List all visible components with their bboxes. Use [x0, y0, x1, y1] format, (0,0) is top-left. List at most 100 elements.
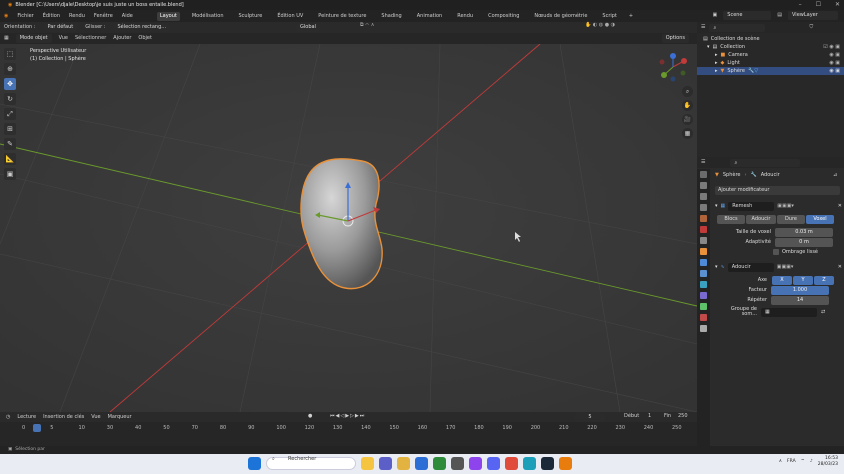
- visibility-icon[interactable]: ◉ ▣: [829, 52, 840, 58]
- menu-rendu[interactable]: Rendu: [69, 13, 85, 19]
- physics-tab-icon[interactable]: [700, 281, 707, 288]
- orientation-dropdown[interactable]: Par défaut: [43, 23, 78, 32]
- filter-icon[interactable]: ⛉: [809, 25, 813, 30]
- rotate-tool-icon[interactable]: ↻: [4, 93, 16, 105]
- workspace-tab-sculpture[interactable]: Sculpture: [236, 12, 266, 21]
- taskbar-search-box[interactable]: ⌕ Rechercher: [266, 457, 356, 470]
- clock[interactable]: 16:53 28/03/23: [818, 456, 838, 467]
- twitch-icon[interactable]: [469, 457, 482, 470]
- record-button[interactable]: ●: [308, 414, 312, 419]
- timeline-ruler[interactable]: 0 5 10 30 40 50 70 80 90 100 120 130 140 150 160 170 180…: [0, 424, 697, 434]
- expand-icon[interactable]: ▸: [715, 68, 718, 74]
- smooth-name-field[interactable]: Adoucir: [727, 263, 774, 272]
- pin-icon[interactable]: ⊿: [833, 173, 837, 178]
- invert-vertex-group-icon[interactable]: ⇄: [821, 309, 825, 315]
- expand-icon[interactable]: ▾: [707, 44, 710, 50]
- menu-marqueur[interactable]: Marqueur: [108, 414, 132, 420]
- outliner-search-input[interactable]: ⌕: [709, 23, 766, 32]
- menu-aide[interactable]: Aide: [122, 13, 133, 19]
- tool-tab-icon[interactable]: [700, 171, 707, 178]
- workspace-tab-rendu[interactable]: Rendu: [454, 12, 476, 21]
- add-modifier-dropdown[interactable]: Ajouter modificateur: [715, 186, 840, 195]
- axis-z-toggle[interactable]: Z: [814, 276, 834, 285]
- remove-modifier-icon[interactable]: ✕: [838, 204, 842, 209]
- menu-lecture[interactable]: Lecture: [17, 414, 36, 420]
- properties-editor-icon[interactable]: ☰: [701, 160, 705, 165]
- language-indicator[interactable]: FRA: [787, 459, 796, 465]
- expand-icon[interactable]: ▸: [715, 60, 718, 66]
- remesh-name-field[interactable]: Remesh: [728, 202, 775, 211]
- blender-menu-icon[interactable]: ◉: [4, 13, 8, 19]
- menu-insertion-cles[interactable]: Insertion de clés: [43, 414, 84, 420]
- voxel-size-field[interactable]: 0.03 m: [775, 228, 833, 237]
- timeline-editor-icon[interactable]: ◷: [6, 414, 10, 420]
- smooth-shading-checkbox[interactable]: [773, 249, 779, 255]
- remesh-mode-adoucir[interactable]: Adoucir: [746, 215, 776, 224]
- remove-modifier-icon[interactable]: ✕: [838, 265, 842, 270]
- constraints-tab-icon[interactable]: [700, 292, 707, 299]
- workspace-tab-layout[interactable]: Layout: [156, 11, 180, 21]
- select-tool-icon[interactable]: ⬚: [4, 48, 16, 60]
- playhead[interactable]: [33, 424, 41, 432]
- remesh-mode-voxel[interactable]: Voxel: [806, 215, 834, 224]
- visibility-icon[interactable]: ◉ ▣: [829, 60, 840, 66]
- file-explorer-icon[interactable]: [361, 457, 374, 470]
- material-tab-icon[interactable]: [700, 314, 707, 321]
- close-button[interactable]: ✕: [835, 2, 840, 8]
- menu-ajouter[interactable]: Ajouter: [113, 36, 131, 41]
- workspace-tab-peinture[interactable]: Peinture de texture: [315, 12, 369, 21]
- remesh-mode-blocs[interactable]: Blocs: [717, 215, 745, 224]
- move-tool-icon[interactable]: ✥: [4, 78, 16, 90]
- menu-vue-timeline[interactable]: Vue: [91, 414, 100, 420]
- menu-fenetre[interactable]: Fenêtre: [94, 13, 113, 19]
- zoom-icon[interactable]: ⌕: [682, 86, 693, 97]
- menu-vue[interactable]: Vue: [59, 36, 68, 41]
- workspace-tab-shading[interactable]: Shading: [378, 12, 404, 21]
- world-tab-icon[interactable]: [700, 226, 707, 233]
- pan-hand-icon[interactable]: ✋: [682, 100, 693, 111]
- scene-selector[interactable]: Scene: [723, 11, 772, 20]
- collapse-icon[interactable]: ▾: [715, 265, 718, 270]
- transform-tool-icon[interactable]: ⊞: [4, 123, 16, 135]
- workspace-tab-edition-uv[interactable]: Édition UV: [274, 12, 306, 21]
- minimize-button[interactable]: –: [799, 2, 802, 8]
- xbox-icon[interactable]: [433, 457, 446, 470]
- modifier-toggles-icon[interactable]: ▣▣▣▾: [777, 265, 794, 270]
- editor-type-icon[interactable]: ▦: [4, 36, 9, 41]
- end-field[interactable]: 250: [678, 414, 688, 419]
- collapse-icon[interactable]: ▾: [715, 204, 718, 209]
- discord-icon[interactable]: [487, 457, 500, 470]
- workspace-tab-script[interactable]: Script: [599, 12, 620, 21]
- particles-tab-icon[interactable]: [700, 270, 707, 277]
- wifi-icon[interactable]: ⌔: [801, 459, 805, 465]
- cursor-tool-icon[interactable]: ⊕: [4, 63, 16, 75]
- data-tab-icon[interactable]: [700, 303, 707, 310]
- outliner-row-camera[interactable]: ▸ ■ Camera ◉ ▣: [697, 51, 844, 59]
- transform-orientation-dropdown[interactable]: Global: [296, 23, 320, 32]
- folder-icon[interactable]: [397, 457, 410, 470]
- measure-tool-icon[interactable]: 📐: [4, 153, 16, 165]
- camera-view-icon[interactable]: 🎥: [682, 114, 693, 125]
- annotate-tool-icon[interactable]: ✎: [4, 138, 16, 150]
- outliner-row-sphere[interactable]: ▸ ▼ Sphère 🔧▽ ◉ ▣: [697, 67, 844, 75]
- scene-tab-icon[interactable]: [700, 215, 707, 222]
- factor-field[interactable]: 1.000: [771, 286, 829, 295]
- menu-selectionner[interactable]: Sélectionner: [75, 36, 106, 41]
- axis-x-toggle[interactable]: X: [772, 276, 792, 285]
- maximize-button[interactable]: ☐: [816, 2, 821, 8]
- workspace-tab-animation[interactable]: Animation: [414, 12, 446, 21]
- outliner-row-light[interactable]: ▸ ◆ Light ◉ ▣: [697, 59, 844, 67]
- workspace-tab-compositing[interactable]: Compositing: [485, 12, 522, 21]
- workspace-tab-geometry-nodes[interactable]: Nœuds de géométrie: [531, 12, 590, 21]
- collection-tab-icon[interactable]: [700, 237, 707, 244]
- object-tab-icon[interactable]: [700, 248, 707, 255]
- mode-dropdown[interactable]: Mode objet: [15, 34, 52, 43]
- teams-icon[interactable]: [379, 457, 392, 470]
- menu-fichier[interactable]: Fichier: [17, 13, 33, 19]
- output-tab-icon[interactable]: [700, 193, 707, 200]
- modifier-toggles-icon[interactable]: ▣▣▣▾: [777, 204, 794, 209]
- scale-tool-icon[interactable]: ⤢: [4, 108, 16, 120]
- store-icon[interactable]: [415, 457, 428, 470]
- start-field[interactable]: 1: [648, 414, 651, 419]
- axis-y-toggle[interactable]: Y: [793, 276, 813, 285]
